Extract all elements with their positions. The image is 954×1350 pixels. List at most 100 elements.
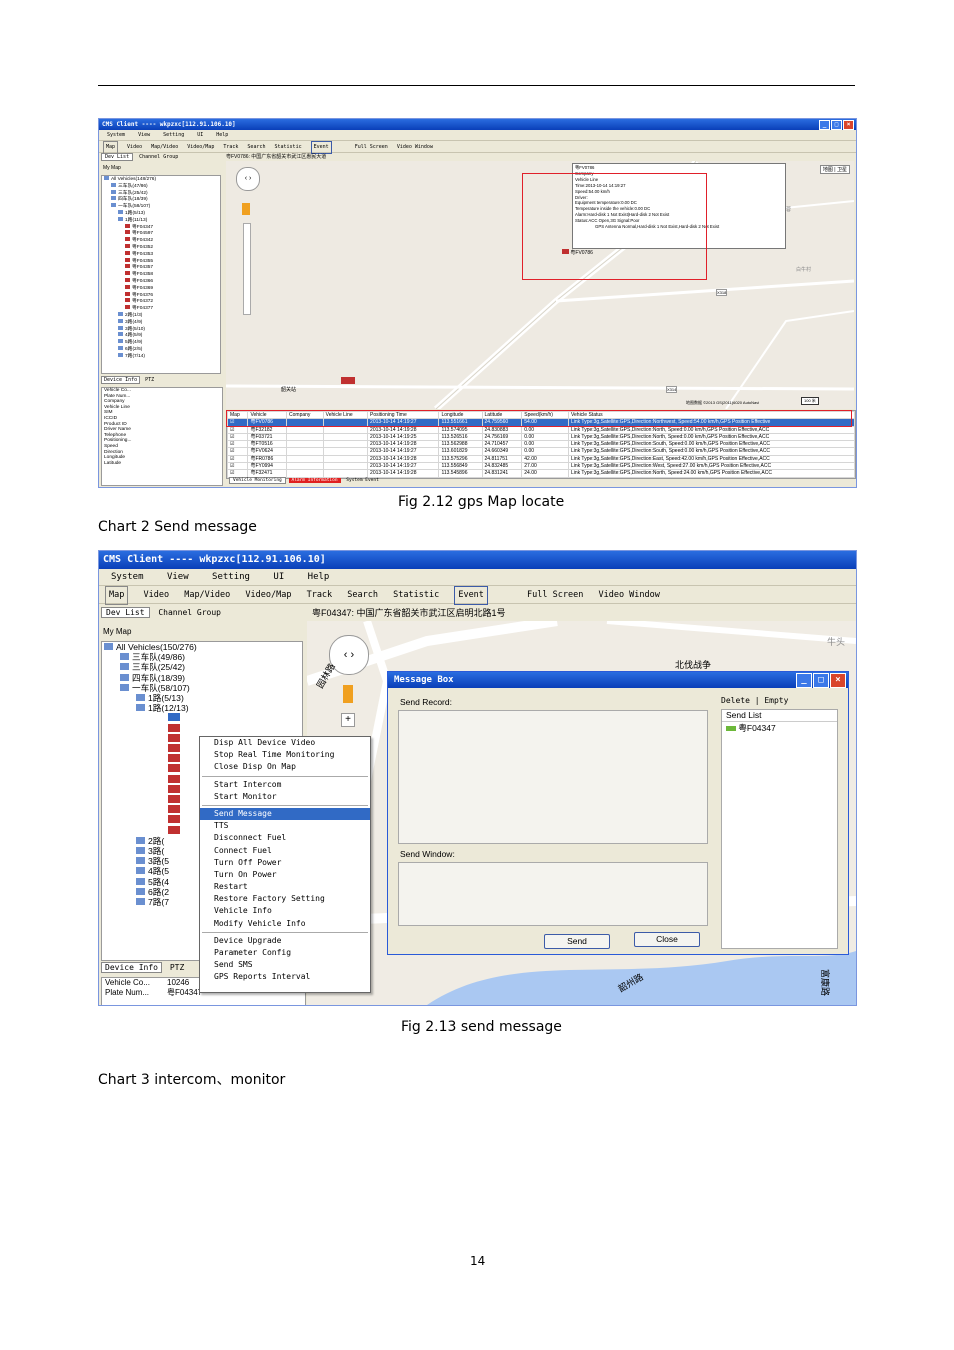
menu-ui[interactable]: UI (197, 131, 203, 140)
toolbar-full-screen-button[interactable]: Full Screen (355, 142, 388, 153)
zoom-in-button[interactable]: + (341, 713, 355, 727)
toolbar-search-button[interactable]: Search (347, 587, 378, 604)
tab-alarm-information[interactable]: Alarm Information (288, 478, 341, 483)
context-menu-item[interactable]: GPS Reports Interval (200, 971, 370, 983)
tree-node[interactable]: 6路(2/5) (102, 345, 220, 353)
tree-node[interactable]: 粤F04358 (102, 271, 220, 278)
map-checkbox[interactable]: ☑ (227, 440, 249, 449)
tree-node[interactable]: 7路(7/14) (102, 352, 220, 360)
tree-node[interactable]: 一车队(58/107) (102, 203, 220, 210)
tab-channel-group[interactable]: Channel Group (154, 608, 225, 617)
tab-ptz[interactable]: PTZ (167, 963, 187, 972)
tree-node[interactable]: 四车队(18/39) (102, 196, 220, 203)
table-row[interactable]: ☑ 粤FR0786 2013-10-14 14:19:28 113.575296 24.… (227, 454, 855, 464)
menu-view[interactable]: View (138, 131, 150, 140)
toolbar-map-button[interactable]: Map (105, 586, 129, 605)
toolbar-statistic-button[interactable]: Statistic (393, 587, 439, 604)
tree-node[interactable]: 粤F04357 (102, 264, 220, 271)
context-menu-item[interactable]: Close Disp On Map (200, 761, 370, 773)
tree-node[interactable]: 三车队(47/86) (102, 182, 220, 190)
context-menu-item[interactable]: Turn On Power (200, 869, 370, 881)
tree-node[interactable]: 粤F04352 (102, 243, 220, 251)
tree-node[interactable]: 3路(4/9) (102, 318, 220, 326)
tree-node[interactable]: 三车队(49/86) (102, 652, 302, 662)
table-row[interactable]: ☑ 粤F32182 2013-10-14 14:19:28 113.574095 24.… (227, 425, 855, 434)
zoom-slider[interactable] (243, 223, 251, 315)
toolbar-statistic-button[interactable]: Statistic (275, 142, 302, 153)
table-row[interactable]: ☑ 粤F03721 2013-10-14 14:19:25 113.526516 24.… (227, 432, 855, 442)
tree-node[interactable]: 粤F04355 (102, 257, 220, 265)
vehicle-cluster-icon[interactable] (341, 377, 355, 384)
maximize-button[interactable]: □ (813, 673, 829, 688)
bus-node[interactable] (102, 713, 302, 723)
tree-node[interactable]: 粤F04347 (102, 223, 220, 231)
map-checkbox[interactable]: ☑ (227, 462, 249, 471)
tree-node[interactable]: 粤F04369 (102, 284, 220, 292)
menu-setting[interactable]: Setting (163, 131, 184, 140)
map-checkbox[interactable]: ☑ (227, 447, 249, 456)
tree-node[interactable]: All Vehicles(148/276) (102, 176, 220, 183)
context-menu-item[interactable]: Vehicle Info (200, 905, 370, 917)
tree-node[interactable]: 四车队(18/39) (102, 673, 302, 683)
bus-node[interactable] (102, 723, 302, 734)
table-row[interactable]: ☑ 粤FV0624 2013-10-14 14:19:27 113.601829 24.… (227, 447, 855, 456)
tab-dev-list[interactable]: Dev List (101, 607, 150, 618)
tab-vehicle-monitoring[interactable]: Vehicle Monitoring (229, 477, 286, 484)
toolbar-map-video-button[interactable]: Map/Video (151, 142, 178, 153)
context-menu-item[interactable]: Disp All Device Video (200, 737, 370, 749)
menu-setting[interactable]: Setting (212, 570, 250, 585)
delete-button[interactable]: Delete (721, 696, 750, 705)
map-type-toggle[interactable]: 地图 | 卫星 (819, 165, 850, 174)
toolbar-video-window-button[interactable]: Video Window (598, 587, 659, 604)
tree-node[interactable]: 1路(5/13) (102, 209, 220, 217)
toolbar-event-button[interactable]: Event (454, 586, 488, 605)
pan-control[interactable]: ‹ › (236, 167, 260, 191)
context-menu-item[interactable]: TTS (200, 820, 370, 832)
menu-help[interactable]: Help (216, 131, 228, 140)
menu-system[interactable]: System (107, 131, 125, 140)
map-type-map[interactable]: 地图 (823, 167, 833, 173)
tree-node[interactable]: 粤F04342 (102, 237, 220, 244)
empty-button[interactable]: Empty (764, 696, 788, 705)
tree-node[interactable]: 粤F04366 (102, 277, 220, 285)
toolbar-video-button[interactable]: Video (143, 587, 169, 604)
tree-node[interactable]: 一车队(58/107) (102, 683, 302, 693)
tree-node[interactable]: 1路(12/13) (102, 703, 302, 713)
map-checkbox[interactable]: ☑ (227, 425, 249, 434)
map-checkbox[interactable]: ☑ (227, 432, 249, 442)
tree-node[interactable]: 粤F04597 (102, 230, 220, 237)
context-menu-item[interactable]: Device Upgrade (200, 935, 370, 947)
context-menu-item[interactable]: Send Message (200, 807, 370, 821)
send-window-input[interactable] (398, 862, 708, 926)
tree-node[interactable]: 3路(5/10) (102, 325, 220, 333)
context-menu-item[interactable]: Connect Fuel (200, 845, 370, 857)
context-menu-item[interactable]: Disconnect Fuel (200, 832, 370, 844)
table-row[interactable]: ☑ 粤F32471 2013-10-14 14:19:28 113.545896 24.… (227, 469, 855, 478)
toolbar-video-map-button[interactable]: Video/Map (245, 587, 291, 604)
map-checkbox[interactable]: ☑ (227, 454, 249, 464)
toolbar-track-button[interactable]: Track (223, 142, 238, 153)
toolbar-track-button[interactable]: Track (307, 587, 333, 604)
tab-device-info[interactable]: Device Info (101, 376, 141, 384)
close-dialog-button[interactable]: Close (634, 932, 700, 947)
close-button[interactable]: × (843, 120, 854, 130)
send-button[interactable]: Send (544, 934, 610, 949)
tab-dev-list[interactable]: Dev List (101, 153, 134, 161)
tab-ptz[interactable]: PTZ (143, 377, 156, 383)
map-type-satellite[interactable]: 卫星 (837, 167, 847, 173)
tree-node[interactable]: All Vehicles(150/276) (102, 642, 302, 652)
toolbar-video-map-button[interactable]: Video/Map (187, 142, 214, 153)
minimize-button[interactable]: _ (819, 120, 830, 130)
menu-view[interactable]: View (167, 570, 189, 585)
tab-device-info[interactable]: Device Info (101, 962, 162, 973)
tree-node[interactable]: 三车队(25/42) (102, 189, 220, 197)
tree-node[interactable]: 2路(1/3) (102, 311, 220, 319)
menu-system[interactable]: System (111, 570, 144, 585)
context-menu-item[interactable]: Restart (200, 881, 370, 893)
toolbar-full-screen-button[interactable]: Full Screen (527, 587, 583, 604)
pegman-icon[interactable] (343, 685, 353, 703)
minimize-button[interactable]: _ (796, 673, 812, 688)
tree-node[interactable]: 4路(5/9) (102, 332, 220, 339)
toolbar-video-button[interactable]: Video (127, 142, 142, 153)
menu-help[interactable]: Help (308, 570, 330, 585)
